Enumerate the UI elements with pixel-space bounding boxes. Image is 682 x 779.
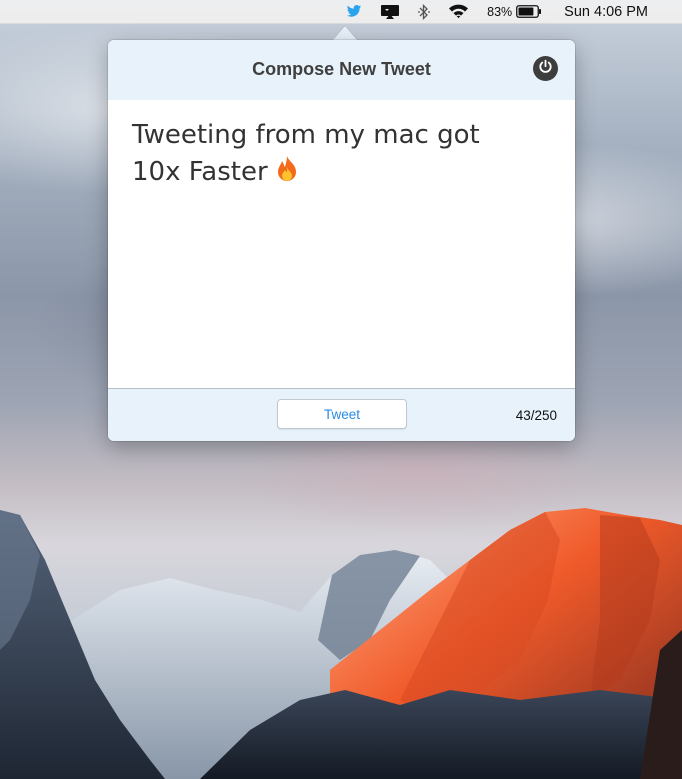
power-icon: [538, 59, 553, 79]
wifi-icon: [448, 4, 469, 19]
battery-menu-extra[interactable]: 83%: [487, 0, 542, 24]
popover-footer: Tweet 43/250: [108, 388, 575, 441]
battery-icon: [516, 5, 542, 18]
twitter-bird-icon: [346, 5, 362, 18]
popover-header: Compose New Tweet: [108, 40, 575, 100]
airplay-menu-extra[interactable]: [380, 0, 400, 24]
wifi-menu-extra[interactable]: [448, 0, 469, 24]
menu-bar-clock[interactable]: Sun 4:06 PM: [564, 0, 648, 24]
twitter-menu-extra[interactable]: [346, 0, 362, 24]
tweet-text: Tweeting from my mac got 10x Faster: [132, 120, 480, 187]
popover-arrow: [333, 26, 357, 40]
bluetooth-icon: [418, 3, 431, 20]
tweet-compose-textarea[interactable]: Tweeting from my mac got 10x Faster: [108, 100, 575, 388]
bluetooth-menu-extra[interactable]: [418, 0, 431, 24]
compose-popover: Compose New Tweet Tweeting from my mac g…: [108, 40, 575, 441]
battery-percentage: 83%: [487, 4, 513, 19]
quit-button[interactable]: [533, 56, 558, 81]
airplay-display-icon: [380, 4, 400, 20]
fire-emoji-icon: [272, 154, 302, 195]
tweet-button[interactable]: Tweet: [277, 399, 407, 429]
popover-title: Compose New Tweet: [252, 58, 431, 79]
character-count: 43/250: [515, 408, 557, 423]
menu-bar: 83% Sun 4:06 PM: [0, 0, 682, 24]
